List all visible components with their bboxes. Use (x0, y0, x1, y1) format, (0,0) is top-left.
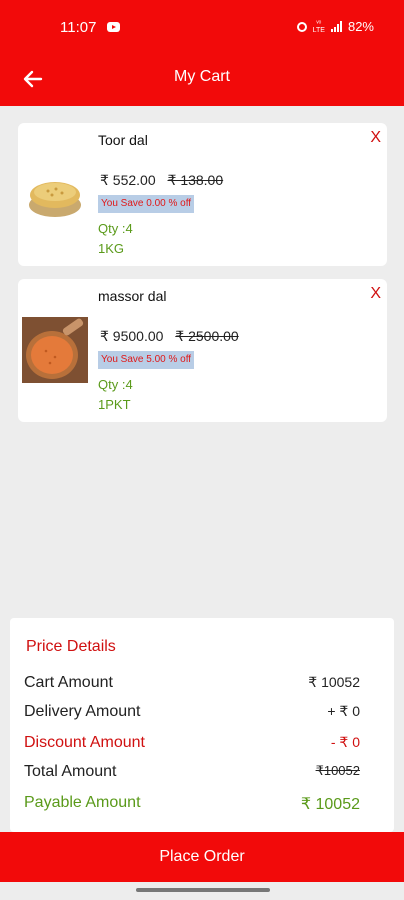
cart-amount-label: Cart Amount (24, 674, 113, 691)
page-title: My Cart (174, 68, 230, 85)
original-price: ₹ 138.00 (167, 172, 224, 188)
price-row: ₹ 552.00 ₹ 138.00 (100, 172, 223, 189)
current-price: ₹ 552.00 (100, 172, 156, 188)
quantity-label: Qty :4 (98, 221, 133, 236)
battery-percentage: 82% (347, 19, 374, 34)
delivery-amount-row: Delivery Amount + ₹ 0 (24, 703, 360, 721)
cart-item-card: Toor dal X ₹ 552.00 ₹ 138.00 You Save 0.… (18, 123, 387, 266)
remove-item-button[interactable]: X (370, 129, 381, 147)
alarm-icon (296, 21, 307, 32)
original-price: ₹ 2500.00 (175, 328, 239, 344)
cart-amount-row: Cart Amount ₹ 10052 (24, 674, 360, 692)
youtube-notification-icon (107, 22, 120, 32)
savings-badge: You Save 5.00 % off (98, 351, 195, 369)
discount-amount-row: Discount Amount - ₹ 0 (24, 734, 360, 752)
gesture-home-bar[interactable] (136, 888, 270, 892)
total-amount-row: Total Amount ₹10052 (24, 763, 360, 781)
remove-item-button[interactable]: X (370, 285, 381, 303)
total-amount-label: Total Amount (24, 763, 117, 780)
signal-icon (330, 21, 342, 32)
quantity-label: Qty :4 (98, 377, 133, 392)
cart-item-card: massor dal X ₹ 9500.00 ₹ 2500.00 You Sav… (18, 279, 387, 422)
place-order-button[interactable]: Place Order (0, 832, 404, 882)
unit-label: 1KG (98, 241, 125, 256)
product-name: Toor dal (98, 132, 148, 148)
status-time: 11:07 (60, 19, 97, 36)
price-details-card: Price Details Cart Amount ₹ 10052 Delive… (10, 618, 394, 832)
network-speed-icon: ᵛᵒ LTE (313, 20, 325, 34)
network-bottom-text: LTE (312, 26, 325, 34)
savings-badge: You Save 0.00 % off (98, 195, 195, 213)
network-top-text: ᵛᵒ (316, 19, 322, 27)
delivery-amount-value: + ₹ 0 (327, 703, 360, 719)
cart-amount-value: ₹ 10052 (308, 674, 360, 690)
unit-label: 1PKT (98, 397, 131, 412)
discount-amount-value: - ₹ 0 (330, 734, 360, 750)
product-image-toor-dal (29, 182, 81, 217)
status-bar: 11:07 ᵛᵒ LTE 82% (0, 0, 404, 54)
price-row: ₹ 9500.00 ₹ 2500.00 (100, 328, 239, 345)
price-details-title: Price Details (26, 638, 116, 655)
discount-amount-label: Discount Amount (24, 734, 145, 751)
payable-amount-value: ₹ 10052 (300, 796, 360, 813)
payable-amount-row: Payable Amount ₹ 10052 (24, 794, 360, 814)
status-icons: ᵛᵒ LTE 82% (296, 19, 374, 34)
product-name: massor dal (98, 288, 167, 304)
product-image-massor-dal (22, 317, 88, 383)
payable-amount-label: Payable Amount (24, 794, 141, 811)
current-price: ₹ 9500.00 (100, 328, 164, 344)
total-amount-value: ₹10052 (315, 763, 360, 778)
app-bar: My Cart (0, 54, 404, 106)
delivery-amount-label: Delivery Amount (24, 703, 141, 720)
